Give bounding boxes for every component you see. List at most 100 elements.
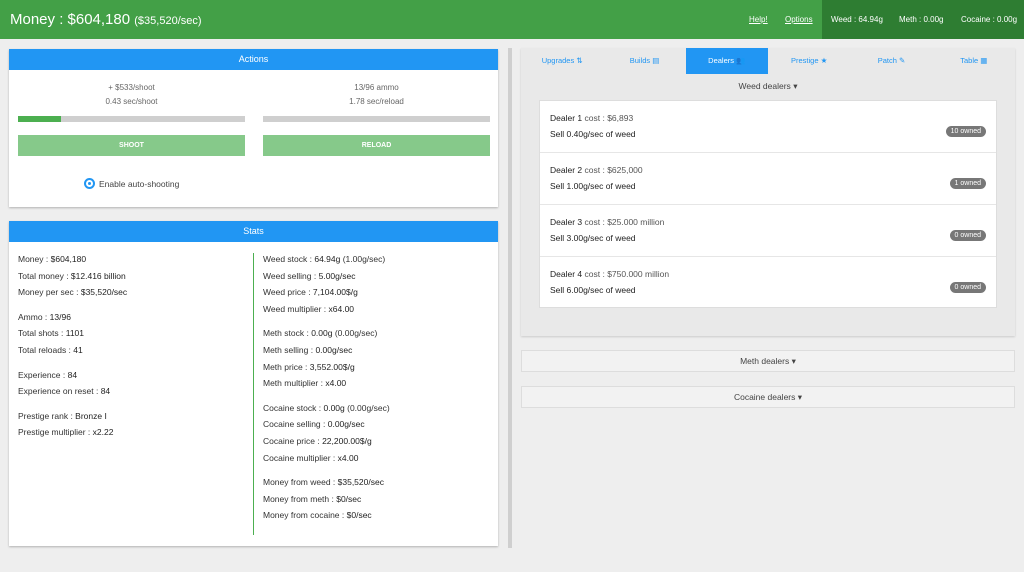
dealer-row[interactable]: Dealer 1 cost : $6,893 Sell 0.40g/sec of … — [540, 101, 996, 153]
stat-value: 3,552.00$/g — [309, 361, 355, 372]
stat-key: Meth price : — [263, 361, 310, 372]
cocaine-dealers-toggle[interactable]: Cocaine dealers ▾ — [521, 386, 1015, 408]
dealer-row[interactable]: Dealer 2 cost : $625,000 Sell 1.00g/sec o… — [540, 153, 996, 205]
dealer-cost: cost : $750.000 million — [584, 269, 670, 279]
stat-key: Total shots : — [18, 328, 66, 339]
building-icon: ▤ — [650, 56, 660, 65]
stat-value: 41 — [73, 345, 83, 355]
stat-value: 84 — [100, 386, 111, 397]
actions-header: Actions — [9, 49, 498, 70]
dealer-row[interactable]: Dealer 3 cost : $25.000 million Sell 3.00… — [540, 205, 996, 257]
tab-table[interactable]: Table ▦ — [933, 48, 1015, 74]
dealer-name: Dealer 2 — [550, 165, 583, 175]
dealer-sell-rate: Sell 0.40g/sec of — [550, 129, 616, 139]
stat-row: Cocaine price : 22,200.00$/g — [263, 436, 372, 446]
panel-splitter[interactable] — [508, 48, 512, 548]
stat-row: Money from weed : $35,520/sec — [263, 477, 384, 487]
stat-row: Meth price : 3,552.00$/g — [263, 362, 355, 372]
autoshoot-radio[interactable] — [84, 178, 95, 189]
stat-key: Prestige multiplier : — [18, 427, 93, 438]
stat-key: Cocaine stock : — [263, 402, 324, 413]
tab-label: Table — [960, 56, 979, 65]
options-link[interactable]: Options — [785, 15, 813, 24]
owned-badge: 10 owned — [945, 126, 986, 137]
stat-key: Money from meth : — [263, 493, 337, 504]
stat-key: Ammo : — [18, 311, 50, 322]
stat-value: 13/96 — [49, 311, 71, 322]
stat-key: Cocaine selling : — [263, 419, 328, 430]
stat-value: 22,200.00$/g — [322, 436, 372, 446]
reload-button[interactable]: RELOAD — [263, 135, 490, 156]
stat-key: Prestige rank : — [18, 410, 76, 421]
stat-value: $0/sec — [346, 510, 372, 521]
tab-dealers[interactable]: Dealers 👥 — [685, 48, 768, 74]
stat-row: Cocaine selling : 0.00g/sec — [263, 419, 365, 429]
weed-dealer-list: Dealer 1 cost : $6,893 Sell 0.40g/sec of … — [539, 100, 997, 308]
money-rate: ($35,520/sec) — [134, 15, 202, 27]
dealer-title: Dealer 1 cost : $6,893 — [550, 113, 633, 123]
dealer-name: Dealer 3 — [550, 217, 583, 227]
weed-stock: Weed : 64.94g — [831, 15, 883, 24]
autoshoot-label[interactable]: Enable auto-shooting — [99, 179, 179, 189]
shoot-button[interactable]: SHOOT — [18, 135, 245, 156]
stat-row: Meth multiplier : x4.00 — [263, 378, 346, 388]
table-icon: ▦ — [978, 56, 988, 65]
stat-row: Money from meth : $0/sec — [263, 494, 361, 504]
dealer-sell-rate: Sell 3.00g/sec of — [550, 233, 616, 243]
owned-badge: 1 owned — [949, 178, 986, 189]
stat-key: Money from cocaine : — [263, 510, 347, 521]
meth-dealers-toggle[interactable]: Meth dealers ▾ — [521, 350, 1015, 372]
dealer-title: Dealer 3 cost : $25.000 million — [550, 217, 664, 227]
stat-value: 0.00g/sec — [327, 419, 365, 430]
caret-down-icon: ▾ — [797, 392, 803, 402]
stat-key: Experience : — [18, 369, 68, 380]
stat-value: x64.00 — [328, 303, 355, 314]
stat-value: Bronze I — [75, 410, 107, 421]
stat-row: Cocaine multiplier : x4.00 — [263, 453, 358, 463]
stat-row: Money from cocaine : $0/sec — [263, 510, 372, 520]
dealer-cost: cost : $25.000 million — [584, 217, 665, 227]
stat-value: 1101 — [65, 328, 84, 339]
dealer-sell-rate: Sell 6.00g/sec of — [550, 285, 616, 295]
stat-key: Cocaine multiplier : — [263, 452, 338, 463]
tab-upgrades[interactable]: Upgrades ⇅ — [521, 48, 603, 74]
help-link[interactable]: Help! — [749, 15, 768, 24]
users-icon: 👥 — [734, 56, 746, 65]
stat-key: Cocaine price : — [263, 436, 323, 446]
cocaine-dealers-label: Cocaine dealers — [733, 392, 796, 402]
tab-prestige[interactable]: Prestige ★ — [768, 48, 850, 74]
actions-card: Actions — [9, 49, 498, 207]
caret-down-icon: ▾ — [791, 356, 796, 366]
top-bar: Money : $604,180 ($35,520/sec) Help! Opt… — [0, 0, 1024, 39]
weed-dealers-title[interactable]: Weed dealers ▾ — [521, 81, 1015, 92]
stat-row: Money : $604,180 — [18, 254, 86, 264]
stat-key: Money from weed : — [263, 477, 338, 488]
shoot-progress-fill — [18, 116, 62, 122]
shoot-rate: 0.43 sec/shoot — [105, 97, 158, 106]
tab-label: Upgrades — [541, 56, 575, 65]
stat-key: Total reloads : — [18, 345, 74, 355]
dealer-row[interactable]: Dealer 4 cost : $750.000 million Sell 6.0… — [540, 257, 996, 309]
tab-patch[interactable]: Patch ✎ — [850, 48, 932, 74]
dealer-sell-rate: Sell 1.00g/sec of — [550, 181, 616, 191]
stat-value: $35,520/sec — [80, 287, 128, 298]
stat-key: Weed price : — [263, 287, 313, 298]
stat-row: Weed stock : 64.94g (1.00g/sec) — [263, 254, 385, 264]
stat-value: $604,180 — [50, 254, 87, 264]
stat-value: 84 — [67, 369, 78, 380]
dealer-drug: weed — [615, 285, 636, 295]
stat-row: Total shots : 1101 — [18, 328, 84, 338]
tab-label: Builds — [629, 56, 651, 65]
tab-builds[interactable]: Builds ▤ — [603, 48, 685, 74]
stat-value: $12.416 billion — [70, 270, 126, 281]
caret-down-icon: ▾ — [793, 81, 798, 91]
shoot-gain: + $533/shoot — [108, 83, 155, 92]
dealer-drug: weed — [615, 233, 636, 243]
stat-value: 0.00g — [311, 328, 333, 339]
owned-badge: 0 owned — [949, 230, 986, 241]
ammo-count: 13/96 ammo — [354, 83, 399, 92]
stat-row: Ammo : 13/96 — [18, 312, 71, 322]
stat-key: Meth multiplier : — [263, 378, 326, 389]
stat-row: Meth stock : 0.00g (0.00g/sec) — [263, 328, 377, 338]
shoot-progress-bar — [18, 116, 245, 122]
